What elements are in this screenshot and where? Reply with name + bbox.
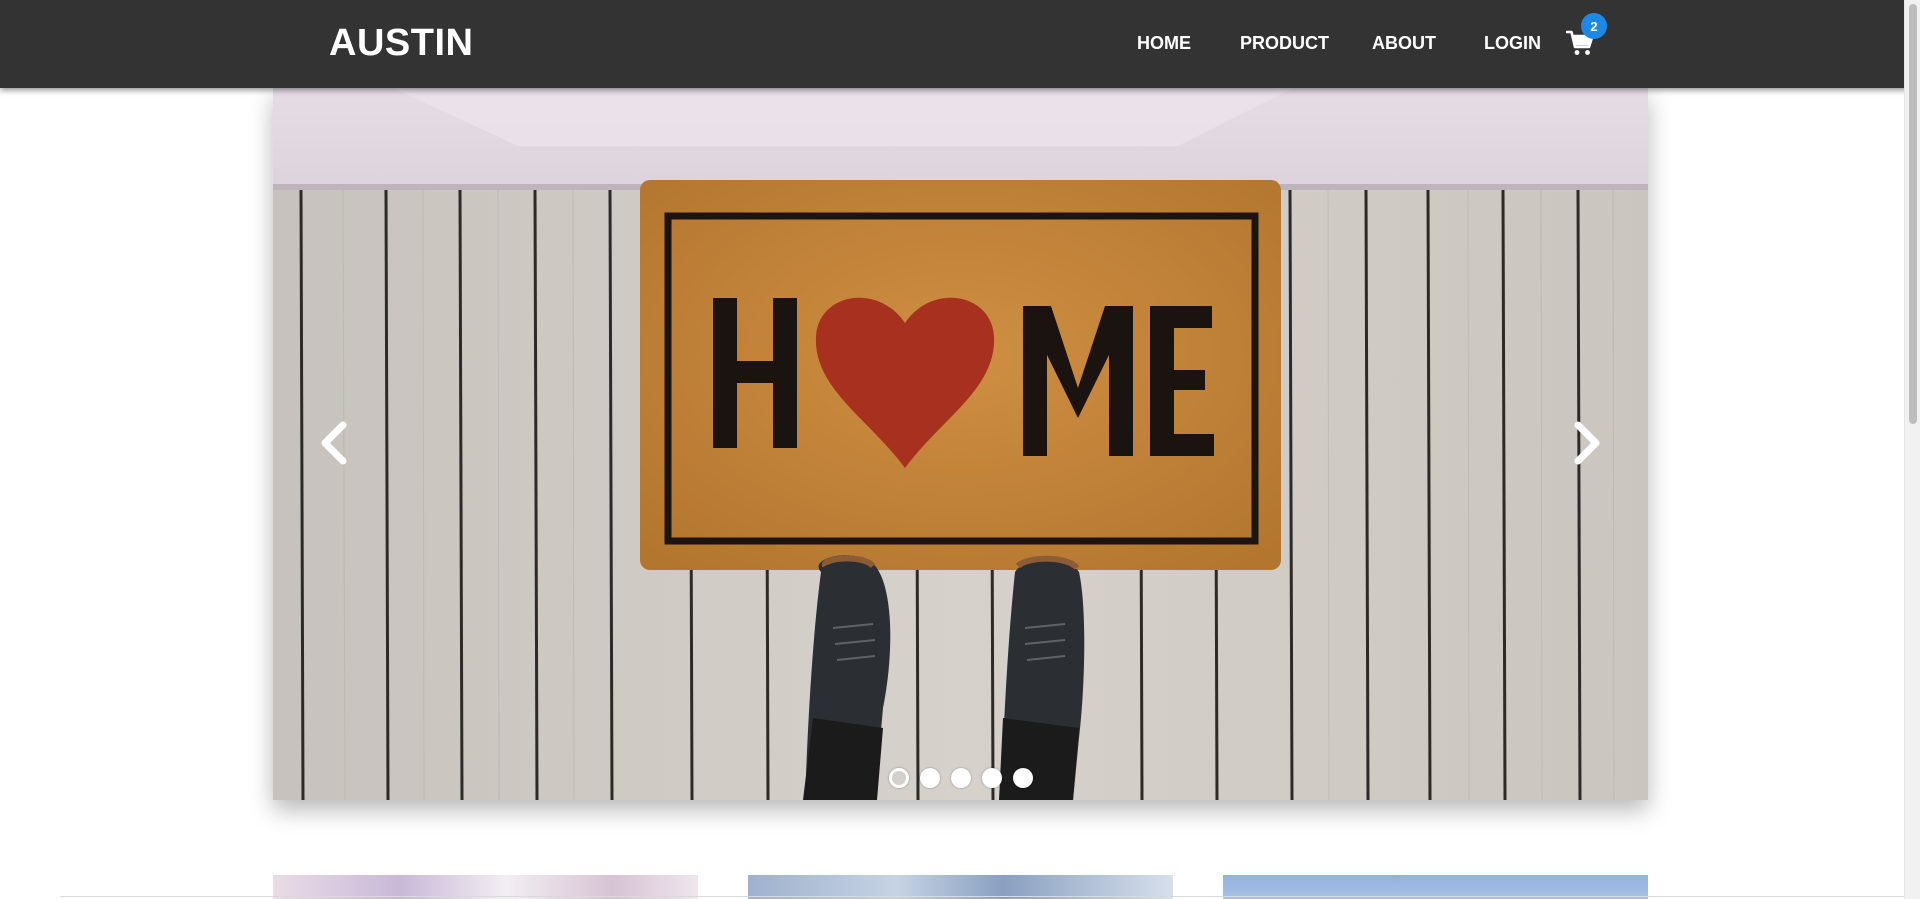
nav-login-link[interactable]: LOGIN [1484,33,1541,54]
scrollbar-thumb[interactable] [1909,4,1917,424]
carousel-next-button[interactable] [1562,413,1612,473]
chevron-right-icon [1574,421,1600,465]
hero-image [273,88,1648,800]
chevron-left-icon [321,421,347,465]
carousel-prev-button[interactable] [309,413,359,473]
carousel-dot-2[interactable] [919,768,940,788]
navbar: AUSTIN HOME PRODUCT ABOUT LOGIN 2 [0,0,1920,88]
hero-carousel [273,88,1648,800]
page: AUSTIN HOME PRODUCT ABOUT LOGIN 2 [0,0,1920,899]
carousel-dot-3[interactable] [950,768,971,788]
carousel-indicators [273,768,1648,788]
scrollbar[interactable] [1904,0,1920,899]
divider [60,896,1904,897]
carousel-dot-5[interactable] [1012,768,1033,788]
nav-about-link[interactable]: ABOUT [1372,33,1436,54]
nav-links: HOME PRODUCT ABOUT LOGIN [0,33,1920,57]
cart-count-badge: 2 [1581,13,1607,39]
nav-home-link[interactable]: HOME [1137,33,1191,54]
nav-product-link[interactable]: PRODUCT [1240,33,1329,54]
carousel-dot-4[interactable] [981,768,1002,788]
carousel-dot-1[interactable] [888,768,909,788]
